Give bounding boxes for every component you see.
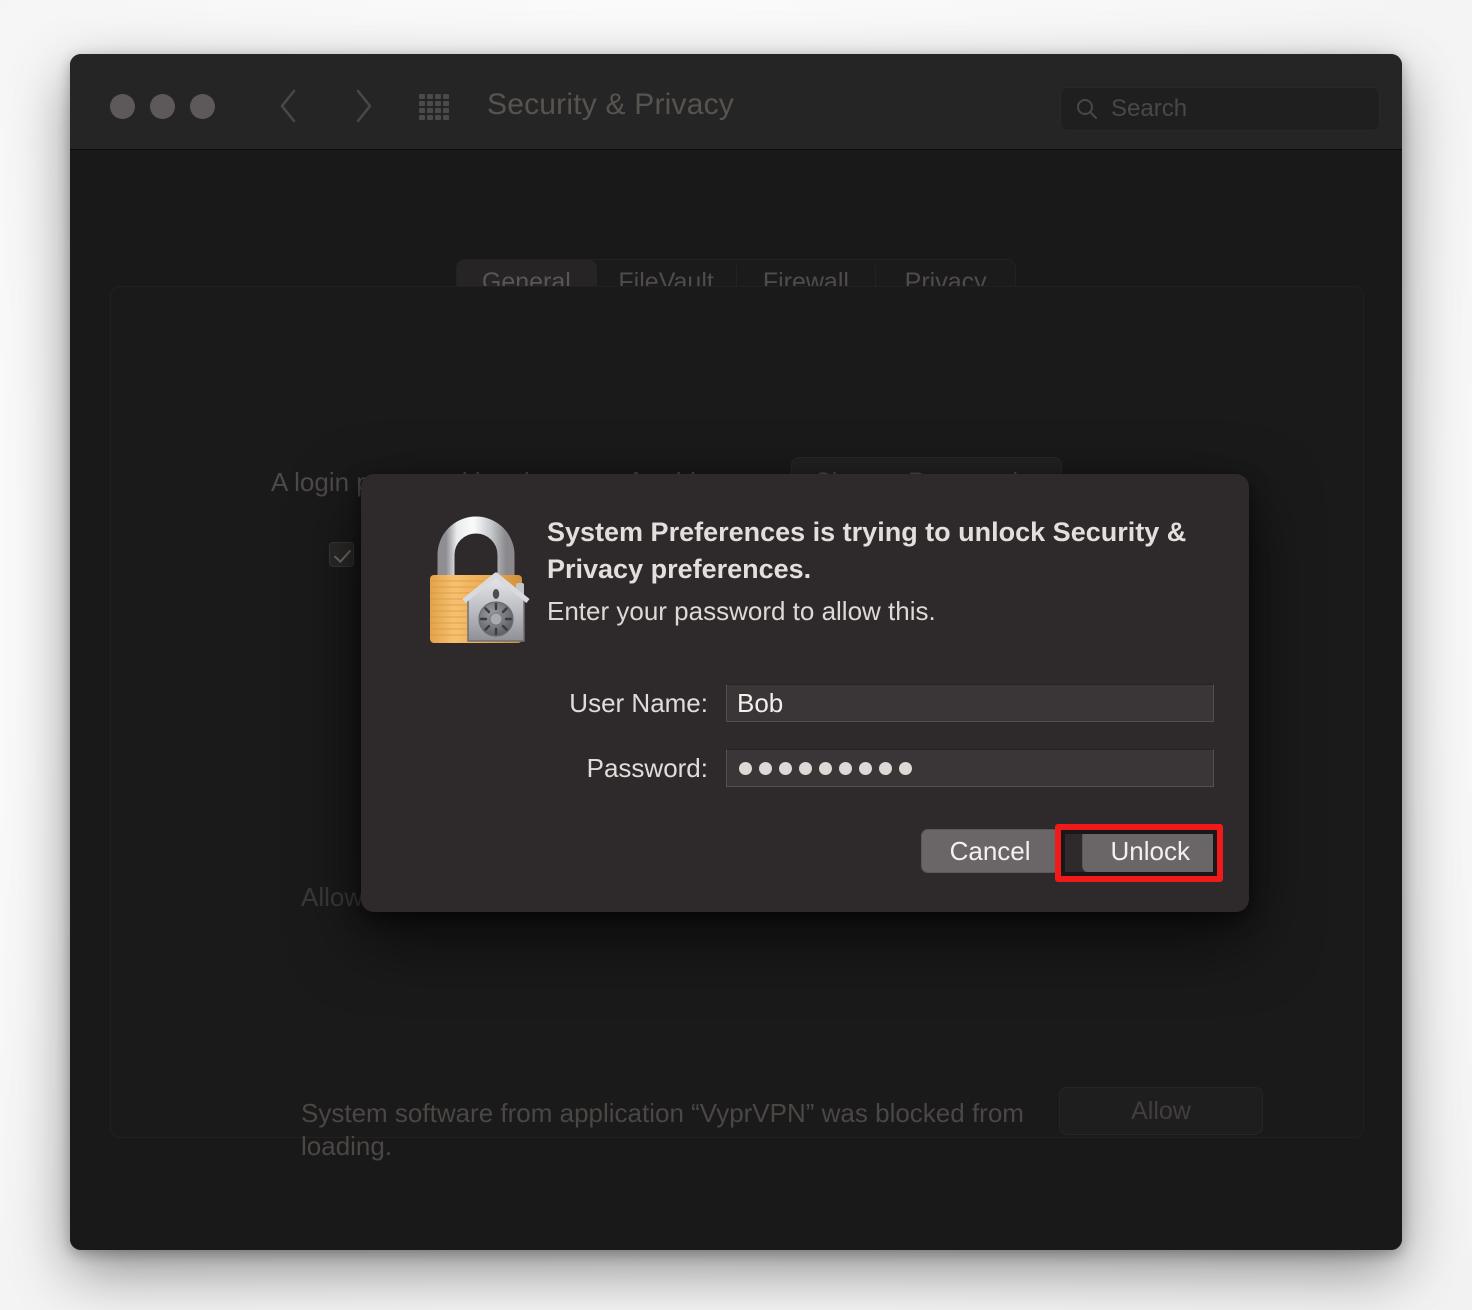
back-button[interactable] [268,82,308,130]
grid-dot [435,115,441,120]
grid-dot [427,108,433,113]
password-dot [799,761,812,775]
window-titlebar: Security & Privacy Search [70,54,1402,150]
system-preferences-window: Security & Privacy Search General FileVa… [70,54,1402,1250]
require-password-checkbox[interactable] [329,541,354,567]
grid-dot [419,108,425,113]
grid-dot [443,101,449,106]
search-icon [1077,99,1097,119]
username-value: Bob [737,687,784,718]
grid-dot [443,94,449,99]
unlock-button[interactable]: Unlock [1081,829,1219,873]
close-window-button[interactable] [110,94,135,119]
password-dot [899,761,912,775]
allow-blocked-software-button[interactable]: Allow [1059,1087,1263,1135]
chevron-left-icon [280,89,296,123]
password-label: Password: [586,752,708,783]
password-row: Password: [361,749,1249,787]
blocked-software-row: System software from application “VyprVP… [301,1087,1301,1164]
password-dot [819,761,832,775]
password-input[interactable] [726,749,1214,787]
minimize-window-button[interactable] [150,94,175,119]
grid-dot [435,108,441,113]
dialog-subtext: Enter your password to allow this. [547,596,936,626]
password-dot [739,761,752,775]
grid-dot [419,115,425,120]
grid-dot [427,101,433,106]
zoom-window-button[interactable] [190,94,215,119]
password-dot [839,761,852,775]
grid-dot [443,108,449,113]
show-all-grid-icon[interactable] [419,94,449,120]
grid-dot [419,94,425,99]
padlock-house-security-icon [430,516,530,643]
chevron-right-icon [356,89,372,123]
grid-dot [435,101,441,106]
dialog-button-row: Cancel Unlock [920,829,1219,873]
authentication-dialog: System Preferences is trying to unlock S… [361,474,1249,912]
grid-dot [419,101,425,106]
password-masked-value [739,761,912,775]
search-field[interactable]: Search [1060,87,1380,131]
search-placeholder: Search [1111,95,1188,122]
grid-dot [443,115,449,120]
username-row: User Name: Bob [361,684,1249,722]
password-dot [879,761,892,775]
page-title: Security & Privacy [487,88,734,121]
grid-dot [427,115,433,120]
dialog-heading: System Preferences is trying to unlock S… [547,517,1187,585]
grid-dot [435,94,441,99]
forward-button[interactable] [344,82,384,130]
username-label: User Name: [569,687,708,718]
username-input[interactable]: Bob [726,684,1214,722]
password-dot [759,761,772,775]
password-dot [779,761,792,775]
password-dot [859,761,872,775]
cancel-button[interactable]: Cancel [920,829,1060,873]
blocked-software-message: System software from application “VyprVP… [301,1098,1024,1162]
grid-dot [427,94,433,99]
allow-partial-label: Allow [301,882,364,912]
